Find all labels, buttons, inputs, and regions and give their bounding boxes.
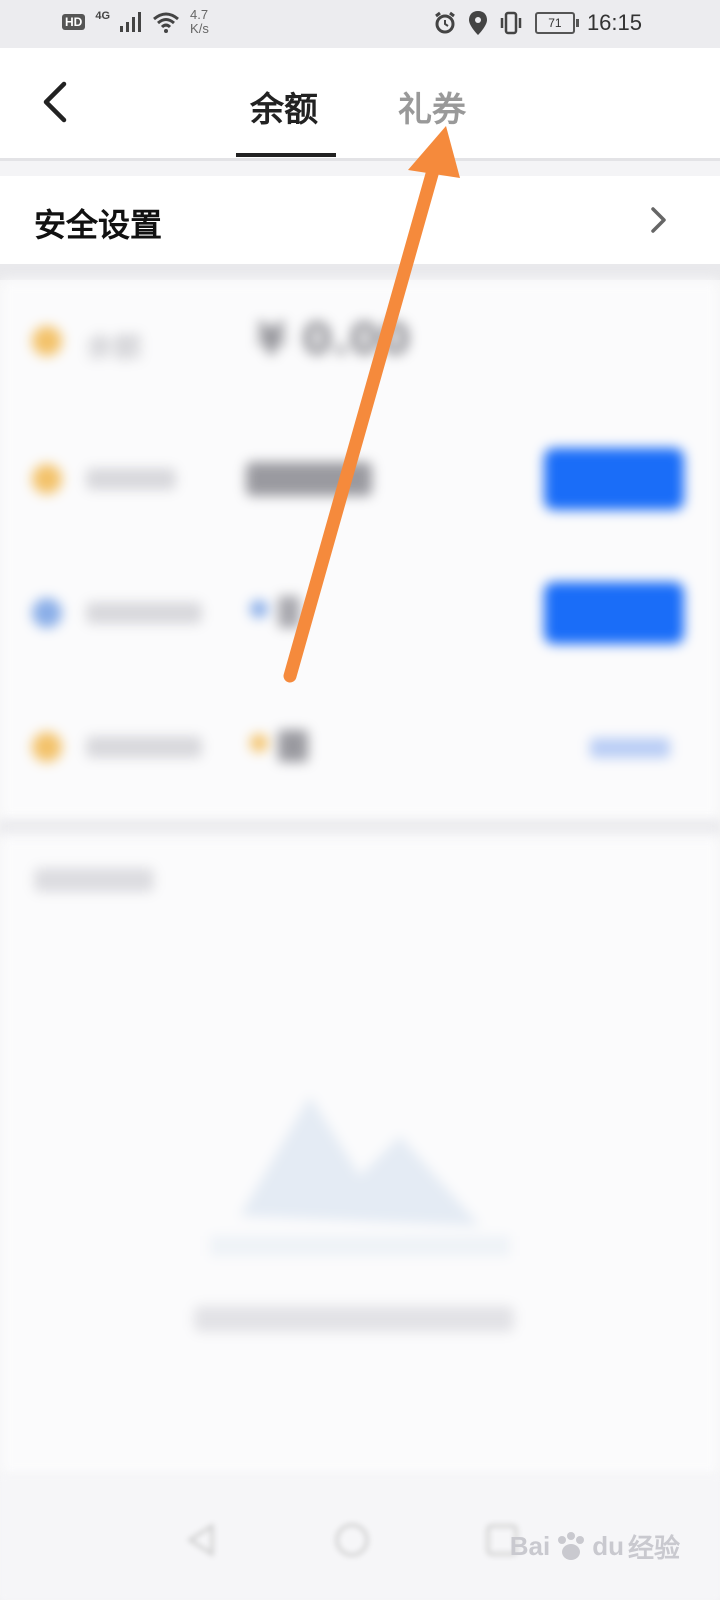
baidu-jingyan-watermark: Bai du 经验 <box>510 1528 680 1565</box>
status-right: 71 16:15 <box>433 10 642 36</box>
coin-icon <box>32 326 62 356</box>
coin-icon <box>250 734 268 752</box>
blurred-link[interactable] <box>590 738 670 758</box>
security-settings-row[interactable]: 安全设置 <box>0 176 720 265</box>
wallet-row <box>0 440 720 520</box>
paw-icon <box>558 1531 585 1560</box>
balance-value: ¥ 0.00 <box>256 314 411 365</box>
vibrate-icon <box>500 11 522 35</box>
status-left: HD 4G 4.7 K/s <box>62 8 209 36</box>
signal-icon <box>120 12 142 32</box>
tab-coupon[interactable]: 礼券 <box>398 82 466 131</box>
coin-icon <box>250 600 268 618</box>
alarm-icon <box>435 11 455 34</box>
watermark-text-3: 经验 <box>627 1533 680 1563</box>
active-tab-indicator <box>236 153 336 157</box>
section-divider <box>0 820 720 836</box>
blurred-action-button[interactable] <box>544 448 684 510</box>
row-value-placeholder <box>278 730 308 762</box>
record-title-placeholder <box>34 868 154 892</box>
status-bar: HD 4G 4.7 K/s 71 16:15 <box>0 0 720 48</box>
network-speed: 4.7 K/s <box>190 8 209 36</box>
empty-state-illustration <box>210 1096 510 1256</box>
wallet-row <box>0 708 720 788</box>
hd-badge: HD <box>62 14 86 30</box>
battery-indicator: 71 <box>534 12 579 34</box>
balance-label: 余额 <box>86 331 143 364</box>
speed-value: 4.7 <box>190 7 209 22</box>
coin-icon <box>32 732 62 762</box>
row-label-placeholder <box>86 602 202 624</box>
wallet-card-blurred: 余额 ¥ 0.00 <box>0 280 720 820</box>
watermark-text-2: du <box>592 1531 624 1561</box>
nav-back-icon[interactable] <box>182 1520 222 1560</box>
empty-state-text-placeholder <box>194 1306 514 1332</box>
clock: 16:15 <box>586 10 642 35</box>
balance-row: 余额 ¥ 0.00 <box>0 302 720 382</box>
wallet-row <box>0 574 720 654</box>
security-settings-label: 安全设置 <box>34 206 163 244</box>
location-icon <box>468 11 487 35</box>
speed-unit: K/s <box>190 21 209 36</box>
row-label-placeholder <box>86 736 202 758</box>
coin-icon <box>32 464 62 494</box>
blurred-action-button[interactable] <box>544 582 684 644</box>
header: 余额 礼券 <box>0 48 720 161</box>
watermark-text: Bai <box>509 1531 551 1561</box>
row-value-placeholder <box>278 596 300 628</box>
section-divider <box>0 264 720 280</box>
chevron-right-icon <box>651 207 666 233</box>
nav-home-icon[interactable] <box>332 1520 372 1560</box>
tab-balance[interactable]: 余额 <box>250 82 318 131</box>
row-label-placeholder <box>86 468 176 490</box>
row-value-placeholder <box>246 462 372 496</box>
coin-icon <box>32 598 62 628</box>
record-section-blurred <box>0 836 720 1476</box>
wifi-icon <box>153 12 179 33</box>
network-type: 4G <box>95 10 111 22</box>
back-arrow-icon[interactable] <box>38 80 78 124</box>
